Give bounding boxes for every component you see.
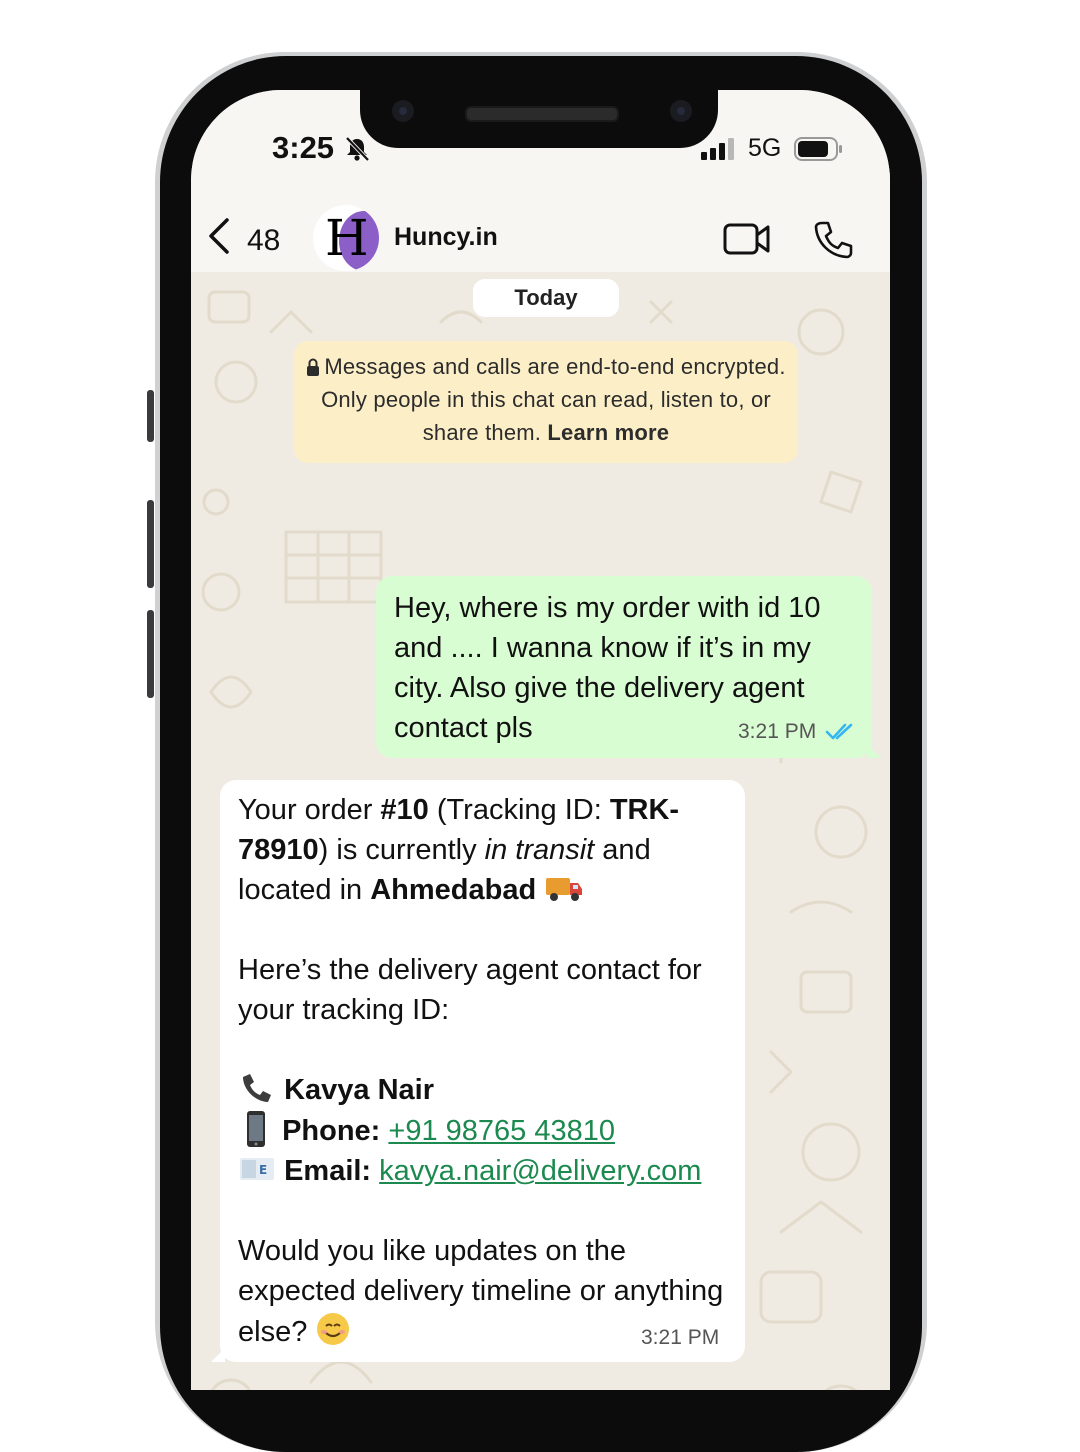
video-call-icon[interactable] — [723, 222, 771, 256]
agent-phone-line: Phone: +91 98765 43810 — [238, 1110, 738, 1151]
network-label: 5G — [748, 134, 782, 162]
current-city: Ahmedabad — [370, 874, 537, 906]
text-fragment: ) is currently — [318, 834, 485, 866]
notch — [360, 90, 718, 148]
phone-screen: 3:25 5G 48 H Huncy.in Today Messages and… — [191, 90, 890, 1390]
telephone-receiver-icon — [243, 1074, 271, 1102]
battery-icon — [794, 137, 842, 161]
volume-down-button — [147, 610, 154, 698]
back-chevron-icon[interactable] — [207, 216, 231, 256]
face-id-sensor — [670, 100, 692, 122]
agent-phone-link[interactable]: +91 98765 43810 — [388, 1115, 615, 1147]
avatar-letter: H — [325, 209, 369, 267]
volume-up-button — [147, 500, 154, 588]
contact-name[interactable]: Huncy.in — [394, 223, 498, 252]
avatar[interactable]: H — [313, 205, 379, 271]
smiling-face-icon — [317, 1313, 350, 1345]
bell-slash-icon — [345, 136, 370, 162]
agent-name: Kavya Nair — [284, 1074, 434, 1106]
transit-status: in transit — [484, 834, 595, 866]
lock-icon — [307, 358, 320, 376]
status-time: 3:25 — [272, 130, 335, 165]
agent-email-line: E Email: kavya.nair@delivery.com — [238, 1151, 738, 1191]
earpiece-speaker — [465, 106, 619, 122]
incoming-message-text: Your order #10 (Tracking ID: TRK-78910) … — [238, 790, 738, 1352]
delivery-truck-icon — [546, 878, 583, 901]
agent-intro-paragraph: Here’s the delivery agent contact for yo… — [238, 954, 702, 1026]
email-icon: E — [240, 1158, 274, 1180]
date-separator: Today — [473, 279, 619, 317]
email-label: Email: — [284, 1155, 372, 1187]
learn-more-link[interactable]: Learn more — [547, 420, 669, 445]
signal-icon — [701, 138, 734, 160]
order-id: #10 — [380, 794, 429, 826]
outgoing-message-time: 3:21 PM — [738, 720, 817, 743]
phone-label: Phone: — [282, 1115, 381, 1147]
agent-email-link[interactable]: kavya.nair@delivery.com — [379, 1155, 701, 1187]
unread-count[interactable]: 48 — [247, 224, 280, 258]
svg-text:E: E — [259, 1163, 267, 1177]
agent-name-line: Kavya Nair — [238, 1070, 738, 1110]
voice-call-icon[interactable] — [813, 220, 853, 260]
outgoing-message[interactable]: Hey, where is my order with id 10 and ..… — [376, 576, 881, 758]
order-status-paragraph: Your order #10 (Tracking ID: TRK-78910) … — [238, 790, 738, 910]
chat-area[interactable]: Today Messages and calls are end-to-end … — [191, 272, 890, 1390]
text-fragment: Your order — [238, 794, 381, 826]
front-camera — [392, 100, 414, 122]
incoming-message[interactable]: Your order #10 (Tracking ID: TRK-78910) … — [211, 780, 745, 1362]
mute-switch — [147, 390, 154, 442]
encryption-notice[interactable]: Messages and calls are end-to-end encryp… — [294, 341, 798, 463]
mobile-phone-icon — [247, 1111, 265, 1147]
text-fragment: (Tracking ID: — [428, 794, 610, 826]
incoming-message-time: 3:21 PM — [641, 1326, 720, 1349]
read-receipt-icon — [825, 723, 853, 740]
chat-header: 48 H Huncy.in — [191, 200, 890, 272]
